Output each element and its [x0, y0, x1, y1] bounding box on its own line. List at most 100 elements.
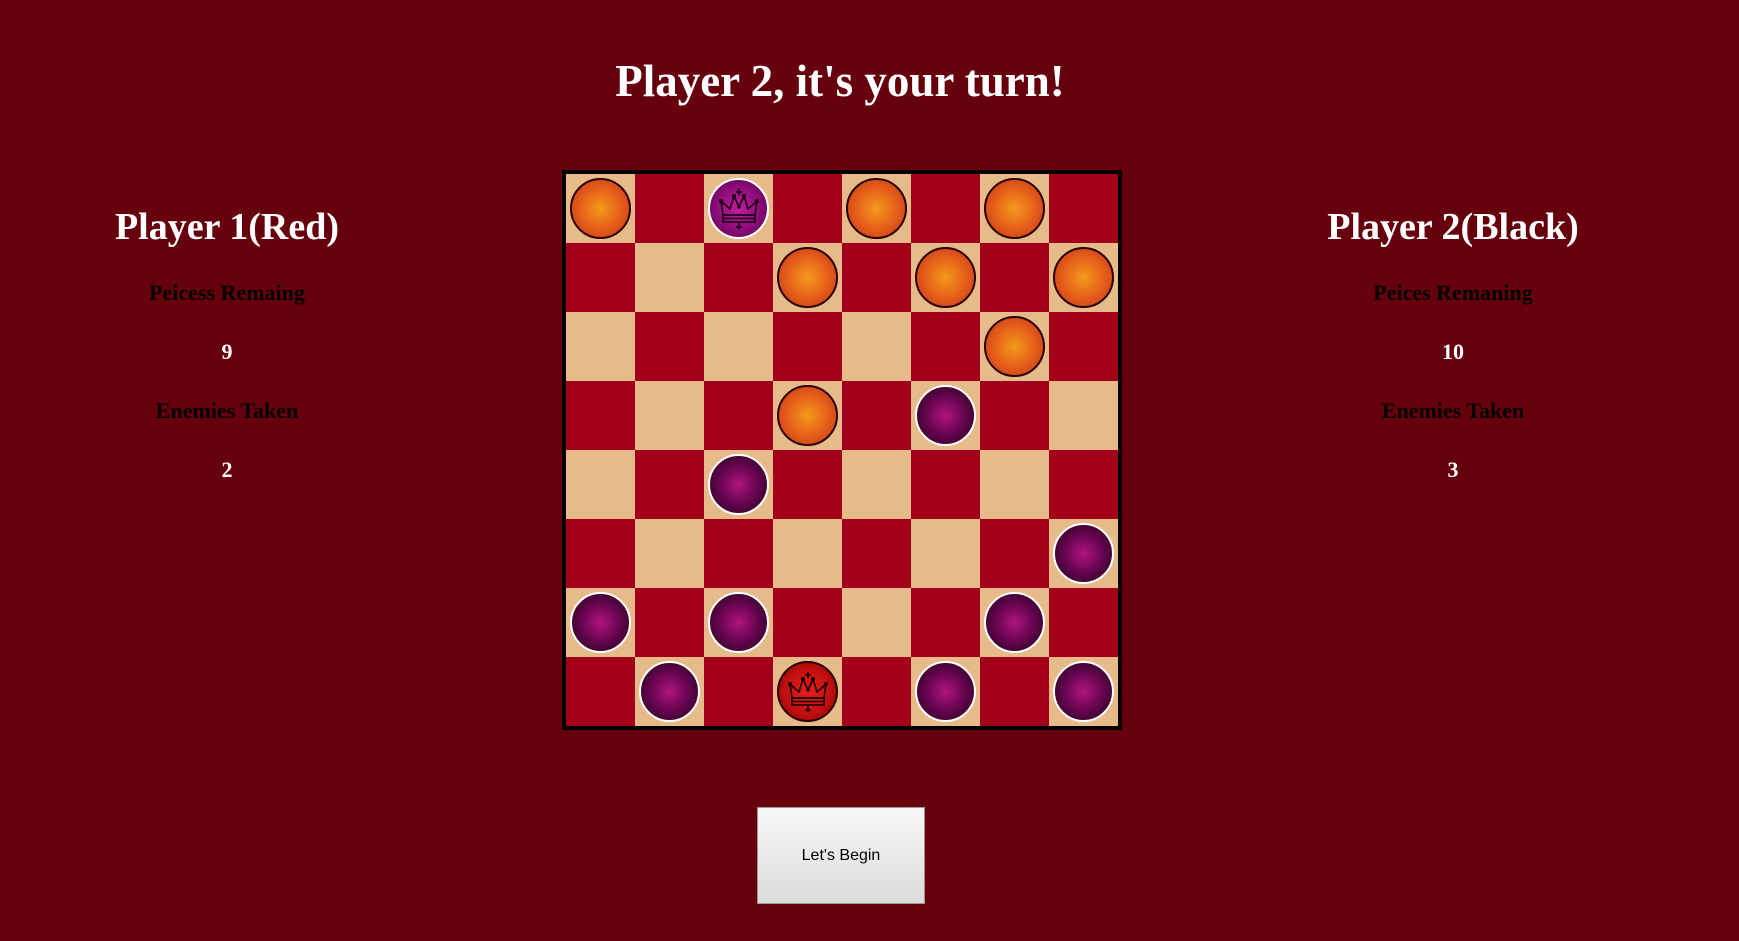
player1-pieces-label: Peicess Remaing: [149, 280, 305, 305]
lets-begin-button[interactable]: Let's Begin: [757, 807, 925, 904]
board-square[interactable]: [704, 312, 773, 381]
board-square[interactable]: [980, 657, 1049, 726]
board-square[interactable]: [566, 381, 635, 450]
red-piece[interactable]: [1053, 247, 1114, 308]
board-square[interactable]: [1049, 381, 1118, 450]
black-piece[interactable]: [639, 661, 700, 722]
board-square[interactable]: [773, 588, 842, 657]
red-piece[interactable]: [915, 247, 976, 308]
red-piece[interactable]: [570, 178, 631, 239]
board-square[interactable]: [635, 174, 704, 243]
board-square[interactable]: [773, 312, 842, 381]
board-square[interactable]: [1049, 450, 1118, 519]
player2-pieces-value: 10: [1442, 339, 1464, 364]
black-piece[interactable]: [915, 661, 976, 722]
black-piece[interactable]: [984, 592, 1045, 653]
board-square[interactable]: [1049, 657, 1118, 726]
checkers-board: [562, 170, 1122, 730]
board-square[interactable]: [911, 174, 980, 243]
player2-name: Player 2(Black): [1327, 206, 1579, 248]
player1-taken-label: Enemies Taken: [155, 398, 299, 423]
player1-pieces-value: 9: [221, 339, 233, 364]
board-square[interactable]: [842, 381, 911, 450]
board-square[interactable]: [980, 588, 1049, 657]
board-square[interactable]: [911, 657, 980, 726]
board-square[interactable]: [980, 381, 1049, 450]
black-piece[interactable]: [1053, 661, 1114, 722]
board-square[interactable]: [773, 381, 842, 450]
board-square[interactable]: [1049, 174, 1118, 243]
crown-icon: [787, 671, 828, 712]
board-square[interactable]: [911, 312, 980, 381]
board-square[interactable]: [566, 312, 635, 381]
board-square[interactable]: [1049, 588, 1118, 657]
board-square[interactable]: [842, 588, 911, 657]
board-square[interactable]: [704, 243, 773, 312]
player2-taken-label: Enemies Taken: [1381, 398, 1525, 423]
board-square[interactable]: [980, 450, 1049, 519]
board-square[interactable]: [704, 450, 773, 519]
board-square[interactable]: [566, 243, 635, 312]
board-square[interactable]: [566, 174, 635, 243]
board-square[interactable]: [773, 174, 842, 243]
board-square[interactable]: [980, 174, 1049, 243]
board-square[interactable]: [704, 657, 773, 726]
black-piece[interactable]: [708, 454, 769, 515]
board-square[interactable]: [635, 657, 704, 726]
board-square[interactable]: [566, 588, 635, 657]
board-square[interactable]: [842, 174, 911, 243]
red-piece[interactable]: [777, 247, 838, 308]
board-square[interactable]: [635, 243, 704, 312]
player1-taken-value: 2: [221, 457, 233, 482]
board-square[interactable]: [566, 450, 635, 519]
red-king-piece[interactable]: [777, 661, 838, 722]
board-square[interactable]: [773, 450, 842, 519]
board-square[interactable]: [635, 312, 704, 381]
board-square[interactable]: [773, 657, 842, 726]
black-piece[interactable]: [1053, 523, 1114, 584]
board-square[interactable]: [566, 519, 635, 588]
red-piece[interactable]: [846, 178, 907, 239]
board-square[interactable]: [842, 243, 911, 312]
board-square[interactable]: [911, 243, 980, 312]
board-square[interactable]: [704, 174, 773, 243]
board-square[interactable]: [911, 450, 980, 519]
board-square[interactable]: [1049, 312, 1118, 381]
board-square[interactable]: [911, 588, 980, 657]
red-piece[interactable]: [777, 385, 838, 446]
red-piece[interactable]: [984, 178, 1045, 239]
board-square[interactable]: [842, 657, 911, 726]
black-piece[interactable]: [915, 385, 976, 446]
player1-panel: Player 1(Red) Peicess Remaing 9 Enemies …: [77, 198, 377, 499]
red-piece[interactable]: [984, 316, 1045, 377]
board-square[interactable]: [911, 381, 980, 450]
black-piece[interactable]: [570, 592, 631, 653]
crown-icon: [718, 188, 759, 229]
board-square[interactable]: [635, 450, 704, 519]
board-square[interactable]: [980, 312, 1049, 381]
board-square[interactable]: [566, 657, 635, 726]
board-square[interactable]: [704, 588, 773, 657]
player2-pieces-label: Peices Remaning: [1373, 280, 1533, 305]
board-square[interactable]: [980, 243, 1049, 312]
board-square[interactable]: [773, 243, 842, 312]
player2-taken-value: 3: [1447, 457, 1459, 482]
black-piece[interactable]: [708, 592, 769, 653]
board-square[interactable]: [635, 588, 704, 657]
board-square[interactable]: [842, 450, 911, 519]
board-square[interactable]: [980, 519, 1049, 588]
board-square[interactable]: [635, 519, 704, 588]
board-square[interactable]: [704, 381, 773, 450]
board-square[interactable]: [1049, 519, 1118, 588]
board-square[interactable]: [635, 381, 704, 450]
board-square[interactable]: [842, 519, 911, 588]
turn-message: Player 2, it's your turn!: [615, 56, 1065, 106]
black-king-piece[interactable]: [708, 178, 769, 239]
board-square[interactable]: [773, 519, 842, 588]
board-square[interactable]: [1049, 243, 1118, 312]
player2-panel: Player 2(Black) Peices Remaning 10 Enemi…: [1303, 198, 1603, 499]
board-square[interactable]: [704, 519, 773, 588]
player1-name: Player 1(Red): [114, 206, 340, 248]
board-square[interactable]: [842, 312, 911, 381]
board-square[interactable]: [911, 519, 980, 588]
